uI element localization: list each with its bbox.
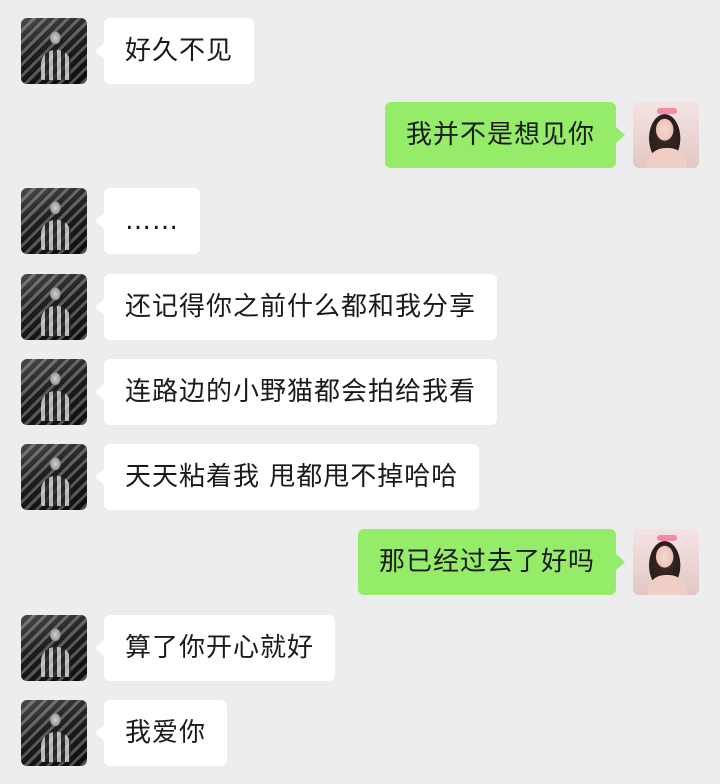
contact-avatar[interactable] [21, 18, 87, 84]
incoming-message-bubble[interactable]: 还记得你之前什么都和我分享 [94, 274, 498, 340]
my-avatar[interactable] [633, 102, 699, 168]
my-avatar[interactable] [633, 529, 699, 595]
incoming-message-bubble[interactable]: …… [95, 188, 200, 254]
incoming-message-bubble[interactable]: 我爱你 [94, 700, 228, 766]
incoming-message-bubble[interactable]: 天天粘着我 甩都甩不掉哈哈 [94, 444, 480, 510]
contact-avatar[interactable] [21, 274, 87, 340]
message-row-incoming: 算了你开心就好 [0, 615, 720, 681]
incoming-message-bubble[interactable]: 算了你开心就好 [94, 615, 336, 681]
contact-avatar[interactable] [21, 359, 87, 425]
message-row-incoming: 天天粘着我 甩都甩不掉哈哈 [0, 444, 720, 510]
message-row-outgoing: 我并不是想见你 [0, 102, 720, 168]
message-row-incoming: 还记得你之前什么都和我分享 [0, 274, 720, 340]
contact-avatar[interactable] [21, 615, 87, 681]
incoming-message-bubble[interactable]: 好久不见 [94, 18, 255, 84]
contact-avatar[interactable] [21, 444, 87, 510]
outgoing-message-bubble[interactable]: 那已经过去了好吗 [357, 529, 626, 595]
contact-avatar[interactable] [21, 700, 87, 766]
message-row-incoming: 好久不见 [0, 18, 720, 84]
outgoing-message-bubble[interactable]: 我并不是想见你 [384, 102, 626, 168]
chat-window: 好久不见 我并不是想见你 …… 还记得你之前什么都和我分享 连路边的小野猫都会拍… [0, 0, 720, 784]
message-row-incoming: 连路边的小野猫都会拍给我看 [0, 359, 720, 425]
incoming-message-bubble[interactable]: 连路边的小野猫都会拍给我看 [94, 359, 498, 425]
message-row-incoming: …… [0, 188, 720, 254]
contact-avatar[interactable] [21, 188, 87, 254]
message-row-incoming: 我爱你 [0, 700, 720, 766]
message-row-outgoing: 那已经过去了好吗 [0, 529, 720, 595]
